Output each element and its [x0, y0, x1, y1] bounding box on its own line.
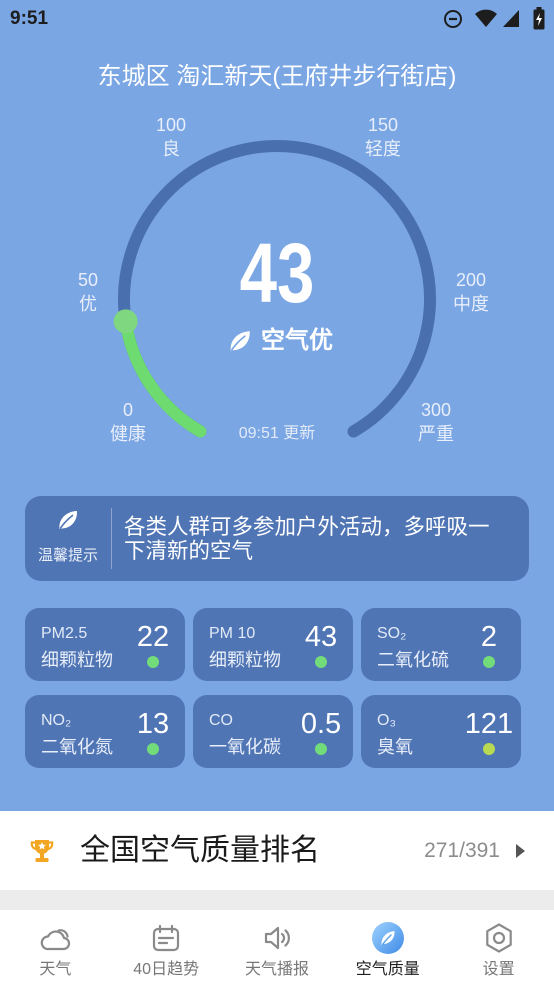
nav-label: 空气质量 [355, 961, 420, 978]
tip-text: 各类人群可多参加户外活动，多呼吸一下清新的空气 [124, 515, 490, 563]
air-quality-icon [371, 922, 404, 954]
aqi-level: 空气优 [0, 325, 554, 357]
pollutant-card-pm25[interactable]: PM2.5 细颗粒物 22 [25, 608, 185, 681]
pollutant-status-dot [315, 656, 327, 668]
aqi-value: 43 [239, 226, 315, 320]
nav-item-weather[interactable]: 天气 [0, 910, 111, 985]
nav-label: 设置 [482, 961, 515, 978]
national-ranking-row[interactable]: 全国空气质量排名 271/391 [0, 811, 554, 890]
pollutant-card-co[interactable]: CO 一氧化碳 0.5 [193, 695, 353, 768]
pollutant-card-no2[interactable]: NO₂ 二氧化氮 13 [25, 695, 185, 768]
ranking-title: 全国空气质量排名 [80, 834, 320, 867]
aqi-level-text: 空气优 [261, 327, 333, 354]
pollutant-name: 细颗粒物 [41, 650, 113, 670]
pollutant-value: 22 [136, 621, 170, 653]
pollutant-card-o3[interactable]: O₃ 臭氧 121 [361, 695, 521, 768]
pollutant-code: CO [209, 712, 233, 729]
health-tip-card: 温馨提示 各类人群可多参加户外活动，多呼吸一下清新的空气 [25, 496, 529, 581]
nav-item-weather-broadcast[interactable]: 天气播报 [222, 910, 333, 985]
pollutant-card-pm10[interactable]: PM 10 细颗粒物 43 [193, 608, 353, 681]
tip-divider [111, 508, 112, 569]
pollutant-name: 二氧化硫 [377, 650, 449, 670]
nav-label: 40日趋势 [133, 961, 200, 978]
nav-item-air-quality[interactable]: 空气质量 [332, 910, 443, 985]
pollutant-value: 0.5 [300, 708, 342, 740]
pollutant-card-so2[interactable]: SO₂ 二氧化硫 2 [361, 608, 521, 681]
gauge-tick-value: 150 [367, 115, 399, 135]
gauge-tick-label: 轻度 [365, 139, 401, 159]
bottom-nav: 天气 40日趋势 天气播报 空气质量 设置 [0, 910, 554, 985]
section-divider [0, 890, 554, 910]
gauge-tick-100: 100 良 [126, 113, 216, 161]
tip-label: 温馨提示 [37, 547, 98, 564]
pollutant-code: O₃ [377, 712, 396, 729]
pollutant-status-dot [147, 743, 159, 755]
pollutant-code: NO₂ [41, 712, 72, 729]
nav-label: 天气 [39, 961, 72, 978]
leaf-icon [59, 511, 78, 529]
trophy-icon [30, 840, 54, 862]
nav-label: 天气播报 [244, 961, 309, 978]
pollutant-code: PM2.5 [41, 625, 88, 642]
settings-icon [485, 923, 512, 953]
calendar-icon [153, 924, 180, 952]
gauge-tick-value: 100 [155, 115, 187, 135]
pollutant-name: 臭氧 [377, 737, 413, 757]
pollutant-name: 二氧化氮 [41, 737, 113, 757]
gauge-tick-value: 300 [420, 400, 452, 420]
gauge-tick-150: 150 轻度 [338, 113, 428, 161]
gauge-tick-value: 0 [122, 400, 133, 420]
broadcast-speaker-icon [264, 926, 290, 950]
update-time: 09:51 更新 [238, 425, 316, 442]
nav-item-settings[interactable]: 设置 [443, 910, 554, 985]
nav-item-40-day-trend[interactable]: 40日趋势 [111, 910, 222, 985]
chevron-right-icon [516, 844, 525, 858]
gauge-tick-label: 良 [162, 139, 180, 159]
pollutant-value: 13 [136, 708, 170, 740]
pollutant-status-dot [483, 743, 495, 755]
pollutant-status-dot [483, 656, 495, 668]
weather-cloud-icon [41, 929, 71, 951]
pollutant-value: 2 [480, 621, 498, 653]
pollutant-name: 一氧化碳 [209, 737, 281, 757]
pollutant-code: SO₂ [377, 625, 407, 642]
air-quality-panel: 9:51 东城区 淘汇新天(王府井步行街店) 0 健康 50 优 100 良 1… [0, 0, 554, 811]
leaf-icon [230, 331, 250, 351]
ranking-value: 271/391 [424, 839, 500, 862]
pollutant-value: 43 [304, 621, 338, 653]
pollutant-name: 细颗粒物 [209, 650, 281, 670]
pollutant-code: PM 10 [209, 625, 256, 642]
pollutant-grid: PM2.5 细颗粒物 22 PM 10 细颗粒物 43 SO₂ 二氧化硫 2 N… [25, 608, 521, 768]
pollutant-status-dot [315, 743, 327, 755]
pollutant-value: 121 [464, 708, 514, 740]
pollutant-status-dot [147, 656, 159, 668]
